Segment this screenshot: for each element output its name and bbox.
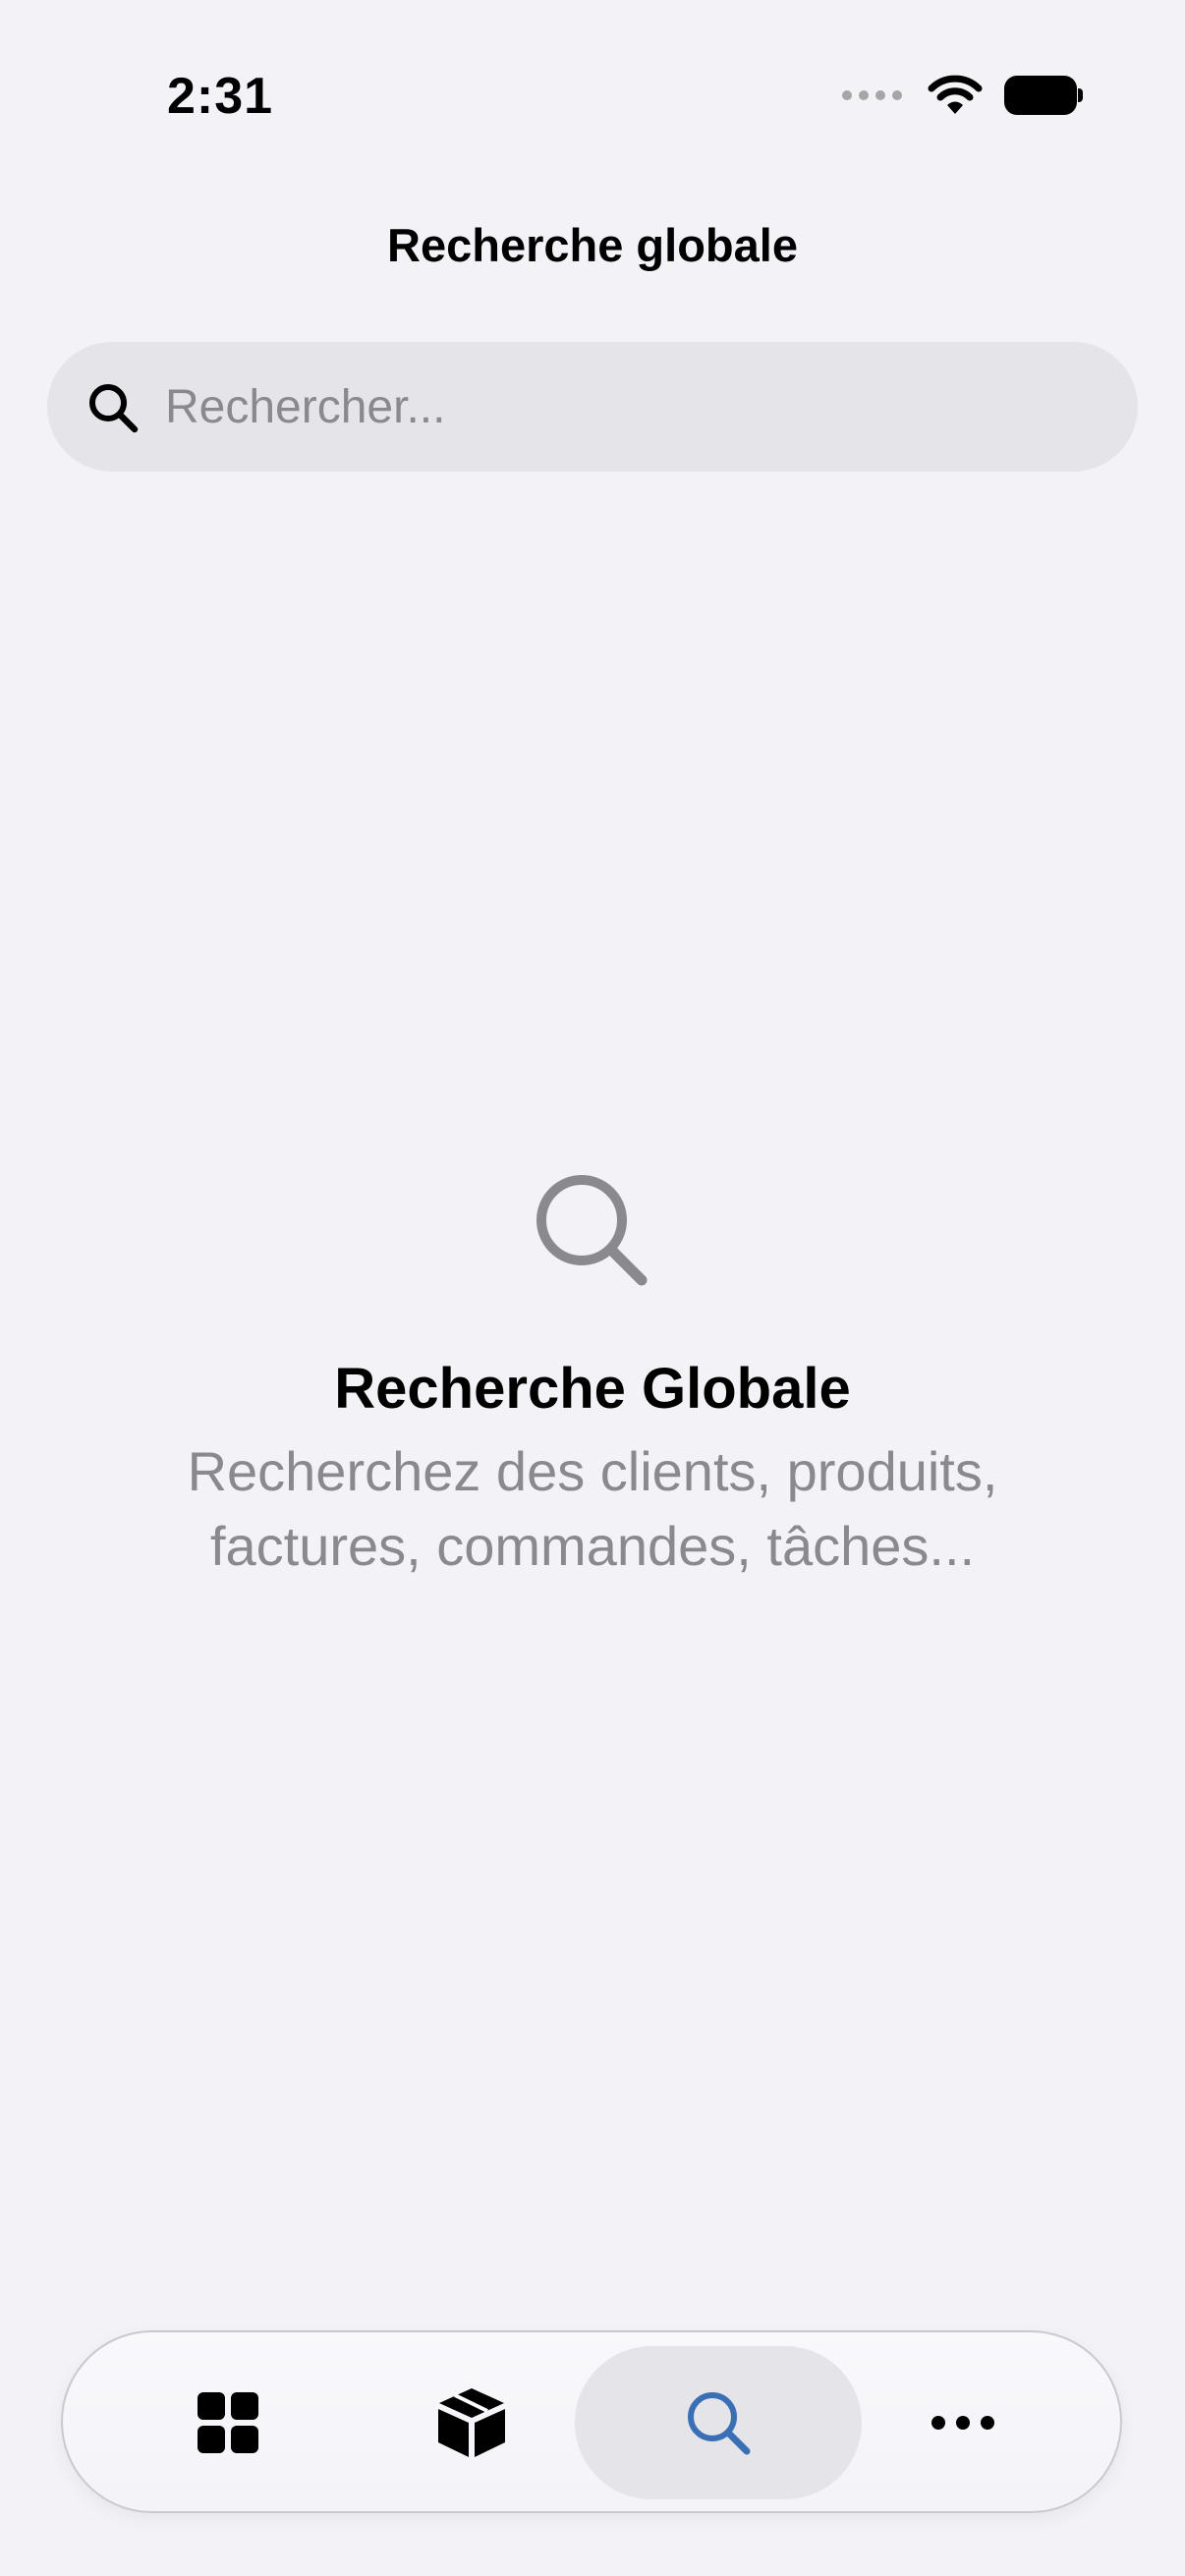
page-title: Recherche globale <box>387 219 798 271</box>
cellular-signal-icon <box>842 90 902 100</box>
search-icon <box>688 2392 751 2455</box>
tab-more[interactable] <box>819 2346 1106 2499</box>
battery-icon <box>1004 76 1083 115</box>
search-input[interactable] <box>165 342 1108 472</box>
tab-bar <box>61 2330 1122 2513</box>
wifi-icon <box>928 75 983 114</box>
grid-icon <box>198 2392 258 2453</box>
status-indicators <box>842 71 1083 120</box>
screen: 2:31 Recherche globale Recherche Globale… <box>0 0 1185 2576</box>
more-icon <box>931 2416 994 2430</box>
status-time: 2:31 <box>167 68 274 125</box>
magnifying-glass-icon <box>536 1175 648 1286</box>
search-bar[interactable] <box>47 342 1138 472</box>
tab-products[interactable] <box>328 2346 615 2499</box>
empty-state-subtitle: Recherchez des clients, produits, factur… <box>187 1440 998 1577</box>
search-icon <box>89 384 139 433</box>
empty-state-title: Recherche Globale <box>334 1357 851 1421</box>
box-icon <box>438 2388 505 2457</box>
